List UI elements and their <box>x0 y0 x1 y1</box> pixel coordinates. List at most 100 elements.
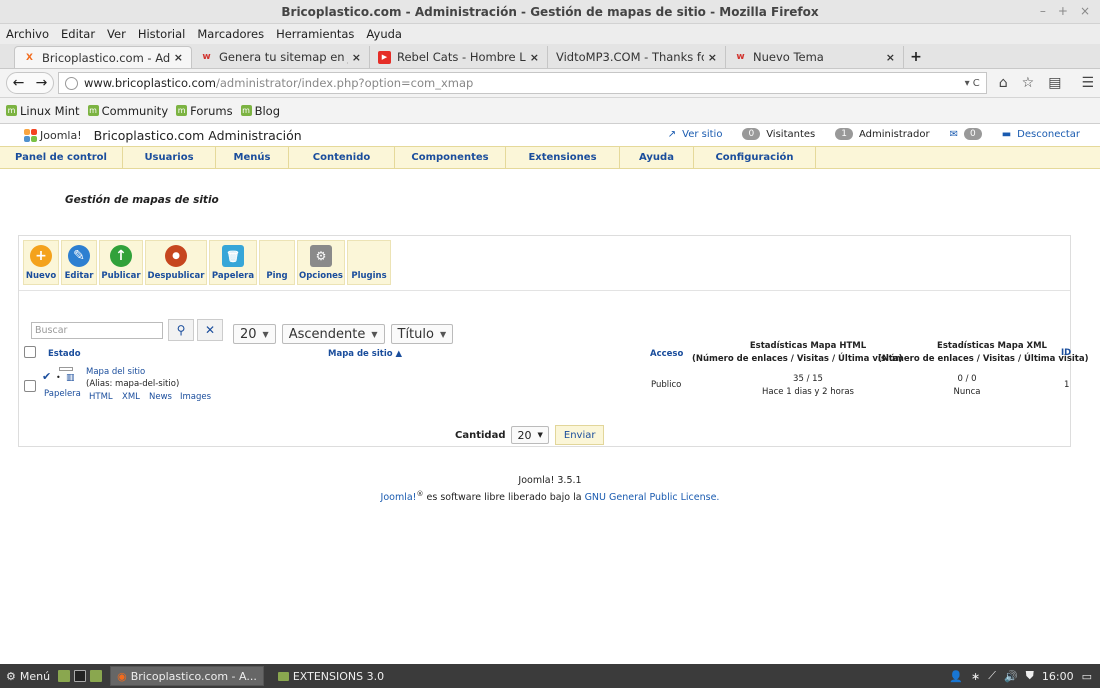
browser-tab[interactable]: ▶ Rebel Cats - Hombre Lob... × <box>370 46 548 68</box>
menu-configuracion[interactable]: Configuración <box>694 147 816 168</box>
col-acceso[interactable]: Acceso <box>650 349 683 359</box>
unpublish-button[interactable]: ● Despublicar <box>145 240 207 285</box>
sitemap-link-xml[interactable]: XML <box>122 392 140 402</box>
minimize-button[interactable]: – <box>1040 4 1046 18</box>
menu-panel-de-control[interactable]: Panel de control <box>0 147 123 168</box>
menu-archivo[interactable]: Archivo <box>6 27 49 41</box>
sitemap-link-images[interactable]: Images <box>180 392 211 402</box>
start-menu-button[interactable]: ⚙ Menú <box>6 670 50 683</box>
shield-icon[interactable]: ⛊ <box>1026 669 1034 683</box>
order-direction-value: Ascendente <box>288 326 366 342</box>
trash-small-icon[interactable]: ▥ <box>66 373 75 383</box>
default-star-icon[interactable] <box>59 367 73 371</box>
bookmark-blog[interactable]: m Blog <box>240 104 280 118</box>
gpl-link[interactable]: GNU General Public License <box>585 492 717 503</box>
url-path: /administrator/index.php?option=com_xmap <box>216 76 474 90</box>
volume-icon[interactable]: 🔊 <box>1004 670 1018 683</box>
options-button[interactable]: ⚙ Opciones <box>297 240 345 285</box>
desktop-icon[interactable] <box>58 670 71 682</box>
window-controls: – + × <box>1040 4 1090 18</box>
col-xml-title: Estadísticas Mapa XML <box>937 341 1047 351</box>
reload-icon[interactable]: ▾ C <box>965 78 980 89</box>
network-icon[interactable]: ⟋ <box>988 669 996 683</box>
menu-editar[interactable]: Editar <box>61 27 95 41</box>
close-tab-icon[interactable]: × <box>708 51 717 64</box>
back-arrow-icon[interactable]: ← <box>13 75 25 91</box>
menu-historial[interactable]: Historial <box>138 27 186 41</box>
taskbar-window-firefox[interactable]: ◉ Bricoplastico.com - A... <box>110 666 264 686</box>
joomla-logo[interactable]: Joomla! <box>24 128 82 142</box>
view-site-link[interactable]: Ver sitio <box>682 129 722 140</box>
col-id[interactable]: ID <box>1061 348 1071 358</box>
menu-usuarios[interactable]: Usuarios <box>123 147 216 168</box>
close-tab-icon[interactable]: × <box>174 51 183 64</box>
terminal-icon[interactable] <box>74 670 87 682</box>
notifications-icon[interactable]: ▭ <box>1082 670 1092 683</box>
edit-button[interactable]: ✎ Editar <box>61 240 97 285</box>
sitemap-link-html[interactable]: HTML <box>89 392 113 402</box>
home-icon[interactable]: ⌂ <box>999 75 1008 91</box>
user-icon[interactable]: 👤 <box>949 670 963 683</box>
bluetooth-icon[interactable]: ∗ <box>971 670 980 683</box>
submit-button[interactable]: Enviar <box>554 425 605 445</box>
sitemap-link-news[interactable]: News <box>149 392 172 402</box>
menu-herramientas[interactable]: Herramientas <box>276 27 354 41</box>
select-all-checkbox[interactable] <box>24 346 36 358</box>
browser-tab[interactable]: VidtoMP3.COM - Thanks for ... × <box>548 46 726 68</box>
plugins-button[interactable]: Plugins <box>347 240 391 285</box>
maximize-button[interactable]: + <box>1058 4 1068 18</box>
sitemap-alias: (Alias: mapa-del-sitio) <box>86 379 180 389</box>
tab-label: Nuevo Tema <box>753 50 824 64</box>
start-menu-label: Menú <box>19 669 51 683</box>
logout-link[interactable]: Desconectar <box>1017 129 1080 140</box>
taskbar-window-extensions[interactable]: EXTENSIONS 3.0 <box>272 666 390 686</box>
search-input[interactable]: Buscar <box>31 321 163 339</box>
close-window-button[interactable]: × <box>1080 4 1090 18</box>
clear-button[interactable]: ✕ <box>197 319 223 341</box>
search-button[interactable]: ⚲ <box>168 319 194 341</box>
menu-menus[interactable]: Menús <box>216 147 289 168</box>
close-tab-icon[interactable]: × <box>352 51 361 64</box>
reading-list-icon[interactable]: ▤ <box>1048 75 1061 91</box>
new-button[interactable]: + Nuevo <box>23 240 59 285</box>
visitors-label: Visitantes <box>766 128 816 140</box>
col-xml-sub: (Número de enlaces / Visitas / Última vi… <box>878 354 1089 364</box>
clock[interactable]: 16:00 <box>1042 670 1074 683</box>
bookmark-star-icon[interactable]: ☆ <box>1022 75 1035 91</box>
col-mapa[interactable]: Mapa de sitio ▲ <box>328 349 402 359</box>
forward-arrow-icon[interactable]: → <box>36 75 48 91</box>
mail-icon[interactable]: ✉ <box>950 129 958 140</box>
status-trash-link[interactable]: Papelera <box>44 389 81 399</box>
close-tab-icon[interactable]: × <box>530 51 539 64</box>
menu-ayuda[interactable]: Ayuda <box>620 147 694 168</box>
joomla-link[interactable]: Joomla! <box>381 492 417 503</box>
bookmark-community[interactable]: m Community <box>87 104 168 118</box>
browser-tab[interactable]: w Genera tu sitemap en Joo... × <box>192 46 370 68</box>
col-estado[interactable]: Estado <box>48 349 81 359</box>
trash-button[interactable]: 🗑 Papelera <box>209 240 257 285</box>
menubar: Archivo Editar Ver Historial Marcadores … <box>0 24 1100 44</box>
publish-button[interactable]: ↑ Publicar <box>99 240 143 285</box>
hamburger-menu-icon[interactable]: ☰ <box>1081 75 1094 91</box>
row-checkbox[interactable] <box>24 380 36 392</box>
folder-icon[interactable] <box>90 670 103 682</box>
menu-marcadores[interactable]: Marcadores <box>197 27 264 41</box>
tab-label: VidtoMP3.COM - Thanks for ... <box>556 50 704 64</box>
pager-limit-select[interactable]: 20 ▼ <box>511 426 549 444</box>
folder-icon <box>277 671 289 681</box>
menu-componentes[interactable]: Componentes <box>395 147 506 168</box>
close-tab-icon[interactable]: × <box>886 51 895 64</box>
bookmark-forums[interactable]: m Forums <box>176 104 233 118</box>
menu-contenido[interactable]: Contenido <box>289 147 395 168</box>
menu-ver[interactable]: Ver <box>107 27 126 41</box>
browser-tab[interactable]: X Bricoplastico.com - Admi... × <box>14 46 192 68</box>
check-icon[interactable]: ✔ <box>42 370 51 383</box>
url-bar[interactable]: www.bricoplastico.com /administrator/ind… <box>58 72 987 94</box>
bookmark-linux-mint[interactable]: m Linux Mint <box>6 104 80 118</box>
new-tab-button[interactable]: + <box>904 46 928 68</box>
sitemap-name-link[interactable]: Mapa del sitio <box>86 367 145 377</box>
browser-tab[interactable]: w Nuevo Tema × <box>726 46 904 68</box>
menu-ayuda[interactable]: Ayuda <box>366 27 402 41</box>
menu-extensiones[interactable]: Extensiones <box>506 147 620 168</box>
ping-button[interactable]: Ping <box>259 240 295 285</box>
